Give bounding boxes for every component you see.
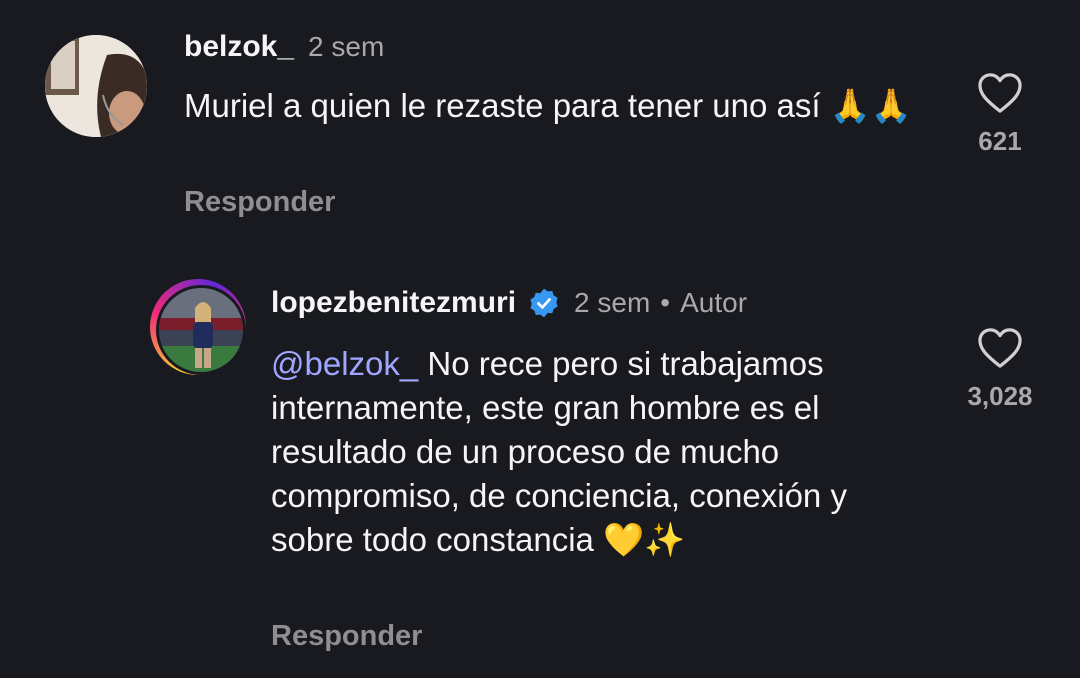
like-count: 3,028 bbox=[967, 381, 1033, 411]
timestamp: 2 sem bbox=[574, 287, 651, 318]
avatar-belzok[interactable] bbox=[45, 35, 147, 137]
comment-header: lopezbenitezmuri 2 sem • Autor bbox=[271, 286, 747, 320]
heart-outline-icon[interactable] bbox=[977, 327, 1023, 369]
like-button[interactable]: 3,028 bbox=[950, 327, 1050, 412]
avatar-photo-icon bbox=[159, 288, 243, 372]
avatar-lopezbenitezmuri[interactable] bbox=[156, 285, 246, 375]
comment-text: Muriel a quien le rezaste para tener uno… bbox=[184, 87, 912, 124]
heart-outline-icon[interactable] bbox=[977, 72, 1023, 114]
like-count: 621 bbox=[978, 126, 1022, 156]
comment-text: @belzok_ No rece pero si trabajamos inte… bbox=[271, 342, 921, 562]
reply-button[interactable]: Responder bbox=[271, 620, 422, 653]
comment-header: belzok_ 2 sem bbox=[184, 30, 384, 64]
username[interactable]: belzok_ bbox=[184, 30, 294, 64]
author-badge: Autor bbox=[680, 287, 748, 318]
like-button[interactable]: 621 bbox=[964, 72, 1036, 157]
reply-button[interactable]: Responder bbox=[184, 186, 335, 219]
username[interactable]: lopezbenitezmuri bbox=[271, 286, 516, 320]
verified-badge-icon bbox=[530, 288, 558, 318]
timestamp: 2 sem bbox=[308, 31, 385, 62]
avatar-photo-icon bbox=[45, 35, 147, 137]
separator-dot: • bbox=[660, 287, 671, 318]
mention-link[interactable]: @belzok_ bbox=[271, 345, 418, 382]
